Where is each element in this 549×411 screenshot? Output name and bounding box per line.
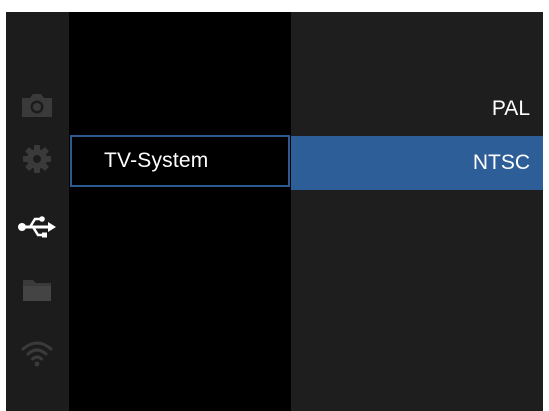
menu-category-rail [6, 12, 69, 411]
gear-icon[interactable] [14, 136, 60, 182]
submenu-panel: TV-System [69, 12, 291, 411]
camera-display: TV-System PAL NTSC [6, 12, 543, 411]
option-label: PAL [491, 97, 530, 120]
usb-icon[interactable] [14, 204, 60, 250]
option-label: NTSC [472, 151, 530, 174]
options-panel: PAL NTSC [291, 12, 543, 411]
option-ntsc[interactable]: NTSC [291, 136, 543, 190]
menu-item-label: TV-System [104, 149, 209, 172]
menu-item-tv-system[interactable]: TV-System [70, 135, 290, 187]
folder-icon[interactable] [14, 267, 60, 313]
wifi-icon[interactable] [14, 330, 60, 376]
camera-menu-screen: TV-System PAL NTSC [0, 0, 549, 411]
option-pal[interactable]: PAL [291, 82, 543, 136]
camera-icon[interactable] [14, 82, 60, 128]
